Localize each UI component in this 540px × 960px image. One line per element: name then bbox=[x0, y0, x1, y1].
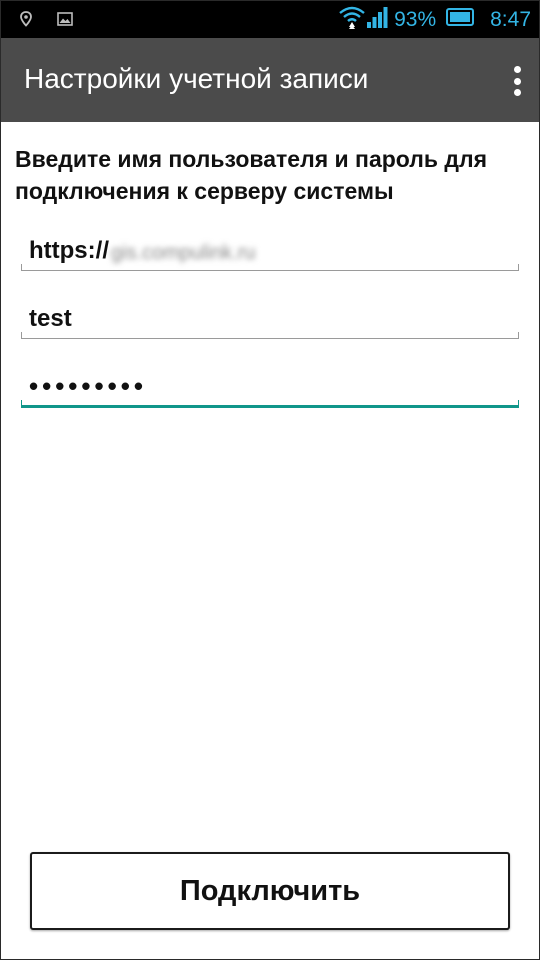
status-bar: 93% 8:47 bbox=[1, 1, 539, 38]
page-title: Настройки учетной записи bbox=[24, 63, 369, 94]
connect-button[interactable]: Подключить bbox=[30, 852, 510, 930]
signal-icon bbox=[366, 5, 388, 34]
status-right-group: 93% 8:47 bbox=[338, 1, 531, 38]
field-edge-left bbox=[21, 264, 22, 271]
instruction-text: Введите имя пользователя и пароль для по… bbox=[15, 146, 488, 204]
url-prefix: https:// bbox=[29, 237, 109, 264]
server-url-field[interactable]: https:// gis.compulink.ru bbox=[21, 227, 519, 271]
overflow-dot bbox=[513, 89, 521, 96]
field-edge-left bbox=[21, 400, 22, 408]
battery-icon bbox=[446, 8, 475, 31]
battery-percent: 93% bbox=[394, 7, 437, 31]
overflow-dot bbox=[513, 77, 521, 85]
password-field[interactable]: ••••••••• bbox=[21, 364, 519, 408]
overflow-menu-icon[interactable] bbox=[513, 66, 521, 96]
url-host-blurred: gis.compulink.ru bbox=[110, 242, 256, 264]
field-edge-right bbox=[518, 400, 519, 408]
image-notification-icon bbox=[56, 10, 74, 28]
username-field[interactable]: test bbox=[21, 295, 519, 339]
action-bar: Настройки учетной записи bbox=[1, 38, 539, 122]
password-value: ••••••••• bbox=[29, 371, 147, 401]
field-edge-right bbox=[518, 264, 519, 271]
overflow-dot bbox=[513, 66, 521, 73]
location-icon bbox=[17, 10, 35, 28]
username-value: test bbox=[29, 305, 72, 332]
field-edge-right bbox=[518, 332, 519, 339]
field-edge-left bbox=[21, 332, 22, 339]
wifi-icon bbox=[338, 4, 366, 35]
clock: 8:47 bbox=[490, 7, 531, 31]
